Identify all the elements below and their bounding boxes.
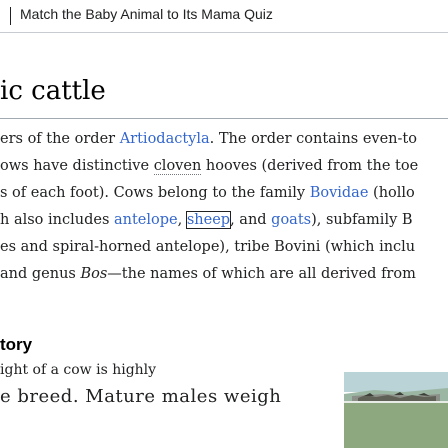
- wiki-link-antelope[interactable]: antelope: [114, 212, 178, 228]
- paragraph-line: ows have distinctive cloven hooves (deri…: [0, 153, 448, 180]
- text-run: ), subfamily B: [311, 212, 413, 228]
- text-run: (hollo: [368, 185, 415, 201]
- paragraph-line: ers of the order Artiodactyla. The order…: [0, 126, 448, 153]
- quiz-banner: Match the Baby Animal to Its Mama Quiz: [0, 0, 448, 33]
- history-line-1: ight of a cow is highly: [0, 362, 157, 378]
- paragraph-line: h also includes antelope, sheep, and goa…: [0, 207, 448, 234]
- wiki-link-cloven[interactable]: cloven: [153, 158, 202, 175]
- section-heading: ic cattle: [0, 76, 106, 106]
- text-run: hooves (derived from the toe: [201, 158, 419, 174]
- text-run: ,: [177, 212, 187, 228]
- text-run: . The order contains even-to: [209, 131, 417, 147]
- paragraph-line: es and spiral-horned antelope), tribe Bo…: [0, 234, 448, 261]
- wiki-link-bovidae[interactable]: Bovidae: [310, 185, 369, 201]
- article-paragraph: ers of the order Artiodactyla. The order…: [0, 126, 448, 288]
- text-run: , and: [230, 212, 272, 228]
- text-run: h also includes: [0, 212, 114, 228]
- paragraph-line: s of each foot). Cows belong to the fami…: [0, 180, 448, 207]
- history-line-2: e breed. Mature males weigh: [0, 386, 282, 407]
- cattle-photo-icon: [344, 372, 448, 448]
- cattle-photo-thumbnail[interactable]: [344, 372, 448, 448]
- text-run: and genus: [0, 266, 81, 282]
- text-run: ows have distinctive: [0, 158, 154, 174]
- wiki-link-goats[interactable]: goats: [271, 212, 311, 228]
- text-run: es and spiral-horned antelope), tribe Bo…: [0, 239, 416, 255]
- wiki-link-artiodactyla[interactable]: Artiodactyla: [120, 131, 210, 147]
- history-heading: tory: [0, 335, 33, 354]
- paragraph-line: and genus Bos—the names of which are all…: [0, 261, 448, 288]
- text-run: —the names of which are all derived from: [107, 266, 416, 282]
- text-run: Bos: [80, 266, 108, 282]
- text-run: s of each foot). Cows belong to the fami…: [0, 185, 310, 201]
- heading-divider: [0, 118, 448, 119]
- quiz-link[interactable]: Match the Baby Animal to Its Mama Quiz: [20, 6, 273, 22]
- banner-divider: [10, 7, 11, 25]
- text-run: ers of the order: [0, 131, 120, 147]
- wiki-link-sheep[interactable]: sheep: [185, 211, 232, 229]
